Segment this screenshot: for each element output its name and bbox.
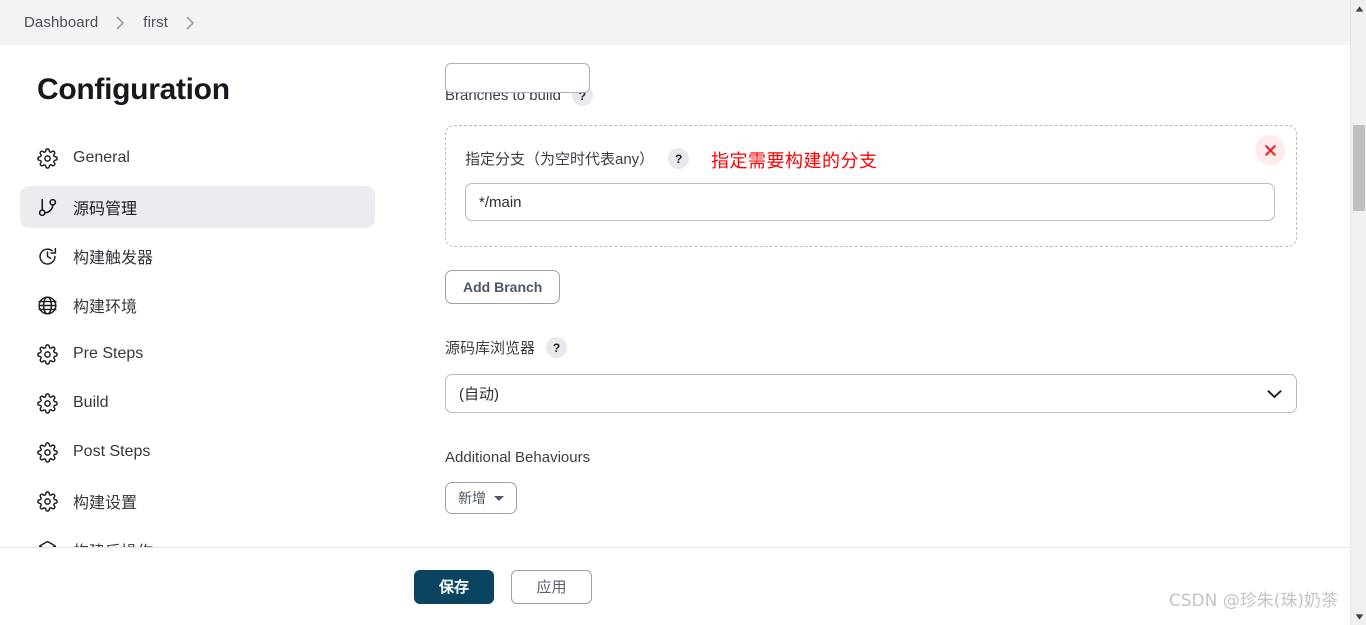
repository-browser-label: 源码库浏览器 (445, 340, 536, 357)
sidebar-item-label: 源码管理 (73, 201, 138, 218)
breadcrumb-item-first[interactable]: first (139, 12, 172, 33)
cutoff-field-above[interactable] (445, 63, 590, 93)
clock-icon (36, 245, 58, 267)
sidebar-item-post-steps[interactable]: Post Steps (20, 431, 375, 473)
add-behaviour-label: 新增 (458, 490, 486, 506)
sidebar-item-general[interactable]: General (20, 137, 375, 179)
sidebar-item-build[interactable]: Build (20, 382, 375, 424)
save-button[interactable]: 保存 (414, 569, 494, 604)
gear-icon (36, 147, 58, 169)
help-question-icon[interactable]: ? (546, 337, 568, 358)
sidebar-item-label: Pre Steps (73, 345, 144, 362)
sidebar-item-source-code-management[interactable]: 源码管理 (20, 186, 375, 228)
triangle-up-icon[interactable] (1351, 0, 1366, 17)
caret-down-icon (494, 495, 504, 501)
vertical-scrollbar[interactable] (1350, 0, 1366, 625)
branch-specifier-label: 指定分支（为空时代表any） (465, 151, 655, 168)
git-branch-icon (36, 196, 58, 218)
page-root: Dashboard first Configuration General 源码… (0, 0, 1366, 625)
chevron-right-icon (102, 16, 139, 30)
sidebar-item-pre-steps[interactable]: Pre Steps (20, 333, 375, 375)
add-branch-button[interactable]: Add Branch (445, 270, 561, 304)
scrollbar-thumb[interactable] (1353, 125, 1365, 211)
gear-icon (36, 343, 58, 365)
repository-browser-select[interactable]: (自动) (445, 374, 1297, 413)
red-annotation-text: 指定需要构建的分支 (711, 151, 878, 172)
additional-behaviours-label: Additional Behaviours (445, 449, 591, 466)
sidebar-item-build-triggers[interactable]: 构建触发器 (20, 235, 375, 277)
add-behaviour-dropdown-button[interactable]: 新增 (445, 482, 517, 514)
repository-browser-label-row: 源码库浏览器 ? (445, 337, 1350, 358)
sidebar: Configuration General 源码管理 构建触发器 构建环境 Pr… (0, 45, 420, 625)
help-question-icon[interactable]: ? (668, 148, 690, 169)
branch-specifier-input[interactable] (465, 183, 1275, 221)
sidebar-nav-list: General 源码管理 构建触发器 构建环境 Pre Steps Build … (20, 137, 420, 578)
sidebar-item-label: Post Steps (73, 443, 151, 460)
page-title: Configuration (37, 73, 230, 106)
branch-entry-block: 指定分支（为空时代表any） ? 指定需要构建的分支 (445, 125, 1297, 247)
form-action-bar: 保存 应用 (0, 547, 1350, 625)
close-x-icon[interactable] (1255, 135, 1285, 165)
globe-icon (36, 294, 58, 316)
gear-icon (36, 441, 58, 463)
repository-browser-selected-value: (自动) (459, 386, 499, 403)
sidebar-item-label: General (73, 149, 130, 166)
sidebar-item-label: Build (73, 394, 109, 411)
main-content: Branches to build ? 指定分支（为空时代表any） ? 指定需… (420, 45, 1350, 547)
gear-icon (36, 392, 58, 414)
breadcrumb-item-dashboard[interactable]: Dashboard (20, 12, 102, 33)
repository-browser-select-wrap: (自动) (445, 374, 1297, 413)
triangle-down-icon[interactable] (1351, 608, 1366, 625)
sidebar-item-label: 构建环境 (73, 299, 138, 316)
breadcrumb: Dashboard first (0, 0, 1350, 45)
chevron-right-icon-2 (172, 16, 209, 30)
sidebar-item-build-environment[interactable]: 构建环境 (20, 284, 375, 326)
sidebar-item-label: 构建触发器 (73, 250, 154, 267)
sidebar-item-build-settings[interactable]: 构建设置 (20, 480, 375, 522)
gear-icon (36, 490, 58, 512)
csdn-watermark: CSDN @珍朱(珠)奶茶 (1168, 591, 1338, 611)
sidebar-item-label: 构建设置 (73, 495, 138, 512)
apply-button[interactable]: 应用 (511, 569, 592, 604)
